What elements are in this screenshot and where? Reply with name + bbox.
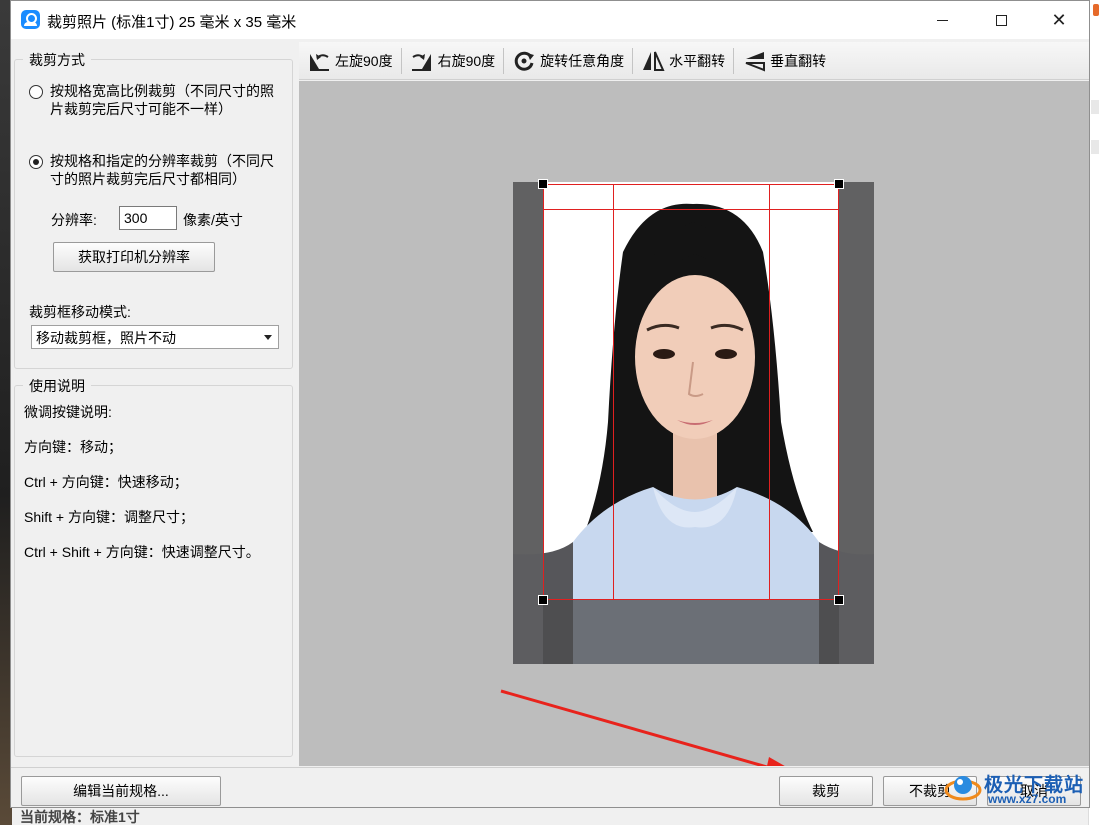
maximize-button[interactable] [978, 1, 1024, 39]
radio-resolution-icon[interactable] [29, 155, 43, 169]
resolution-input[interactable] [119, 206, 177, 230]
crop-mode-legend: 裁剪方式 [23, 50, 91, 70]
crop-guide-vertical [769, 185, 770, 599]
maximize-icon [995, 14, 1007, 26]
radio-resolution-label: 按规格和指定的分辨率裁剪（不同尺寸的照片裁剪完后尺寸都相同） [50, 153, 274, 187]
photo-canvas[interactable] [299, 81, 1089, 766]
crop-handle-bottom-right[interactable] [834, 595, 844, 605]
rotate-right-label: 右旋90度 [437, 52, 496, 69]
chevron-down-icon [264, 335, 272, 340]
flip-horizontal-button[interactable]: 水平翻转 [633, 42, 733, 79]
crop-photo-dialog: 裁剪照片 (标准1寸) 25 毫米 x 35 毫米 ✕ 裁剪方式 按规格宽高比例… [10, 0, 1090, 808]
crop-handle-top-left[interactable] [538, 179, 548, 189]
flip-vertical-icon [745, 51, 766, 71]
help-group: 使用说明 微调按键说明: 方向键：移动； Ctrl + 方向键：快速移动； Sh… [14, 376, 293, 757]
crop-mode-group: 裁剪方式 按规格宽高比例裁剪（不同尺寸的照片裁剪完后尺寸可能不一样） 按规格和指… [14, 50, 293, 369]
radio-option-resolution[interactable]: 按规格和指定的分辨率裁剪（不同尺寸的照片裁剪完后尺寸都相同） [29, 152, 280, 188]
help-line: Ctrl + 方向键：快速移动； [24, 474, 188, 490]
resolution-unit: 像素/英寸 [183, 212, 243, 228]
flip-vertical-button[interactable]: 垂直翻转 [734, 42, 834, 79]
radio-option-ratio[interactable]: 按规格宽高比例裁剪（不同尺寸的照片裁剪完后尺寸可能不一样） [29, 82, 280, 118]
crop-handle-top-right[interactable] [834, 179, 844, 189]
resolution-label: 分辨率: [51, 212, 97, 228]
get-printer-resolution-button[interactable]: 获取打印机分辨率 [53, 242, 215, 272]
minimize-icon [936, 19, 948, 21]
rotate-any-angle-button[interactable]: 旋转任意角度 [504, 42, 632, 79]
flip-horizontal-label: 水平翻转 [669, 52, 726, 69]
close-button[interactable]: ✕ [1036, 1, 1082, 39]
rotate-any-icon [514, 51, 535, 71]
watermark-url: www.xz7.com [988, 792, 1067, 806]
help-line: Shift + 方向键：调整尺寸； [24, 509, 194, 525]
edit-spec-button[interactable]: 编辑当前规格... [21, 776, 221, 806]
help-legend: 使用说明 [23, 376, 91, 396]
background-app-fragment [1091, 100, 1099, 114]
window-title: 裁剪照片 (标准1寸) 25 毫米 x 35 毫米 [47, 14, 297, 31]
move-mode-select[interactable]: 移动裁剪框，照片不动 [31, 325, 279, 349]
rotate-left-icon [310, 53, 329, 71]
background-app-accent [1093, 4, 1099, 16]
radio-ratio-label: 按规格宽高比例裁剪（不同尺寸的照片裁剪完后尺寸可能不一样） [50, 83, 274, 117]
crop-guide-horizontal [544, 209, 838, 210]
minimize-button[interactable] [919, 1, 965, 39]
close-icon: ✕ [1051, 9, 1067, 30]
crop-handle-bottom-left[interactable] [538, 595, 548, 605]
rotate-any-label: 旋转任意角度 [540, 52, 625, 69]
rotate-right-icon [411, 53, 431, 71]
radio-ratio-icon[interactable] [29, 85, 43, 99]
watermark: 极光下载站 www.xz7.com [944, 770, 1094, 806]
crop-guide-vertical [613, 185, 614, 599]
rotate-right-button[interactable]: 右旋90度 [402, 42, 504, 79]
rotate-left-label: 左旋90度 [335, 52, 393, 69]
help-line: 方向键：移动； [24, 439, 122, 455]
app-icon [21, 10, 40, 29]
title-bar: 裁剪照片 (标准1寸) 25 毫米 x 35 毫米 ✕ [11, 1, 1089, 39]
help-line: Ctrl + Shift + 方向键：快速调整尺寸。 [24, 544, 260, 560]
watermark-logo-icon [944, 776, 982, 801]
background-app-fragment [1091, 140, 1099, 154]
image-toolbar: 左旋90度 右旋90度 旋转任意角度 水平翻转 垂直翻转 [299, 42, 1089, 80]
rotate-left-button[interactable]: 左旋90度 [299, 42, 401, 79]
flip-horizontal-icon [643, 51, 665, 71]
bottom-bar: 编辑当前规格... 裁剪 不裁剪 取消 [11, 767, 1089, 807]
flip-vertical-label: 垂直翻转 [770, 52, 827, 69]
move-mode-label: 裁剪框移动模式: [29, 304, 131, 320]
crop-frame[interactable] [538, 179, 844, 605]
crop-button[interactable]: 裁剪 [779, 776, 873, 806]
help-line: 微调按键说明: [24, 404, 112, 420]
move-mode-value: 移动裁剪框，照片不动 [36, 330, 176, 346]
background-status-text: 当前规格：标准1寸 [20, 809, 140, 825]
